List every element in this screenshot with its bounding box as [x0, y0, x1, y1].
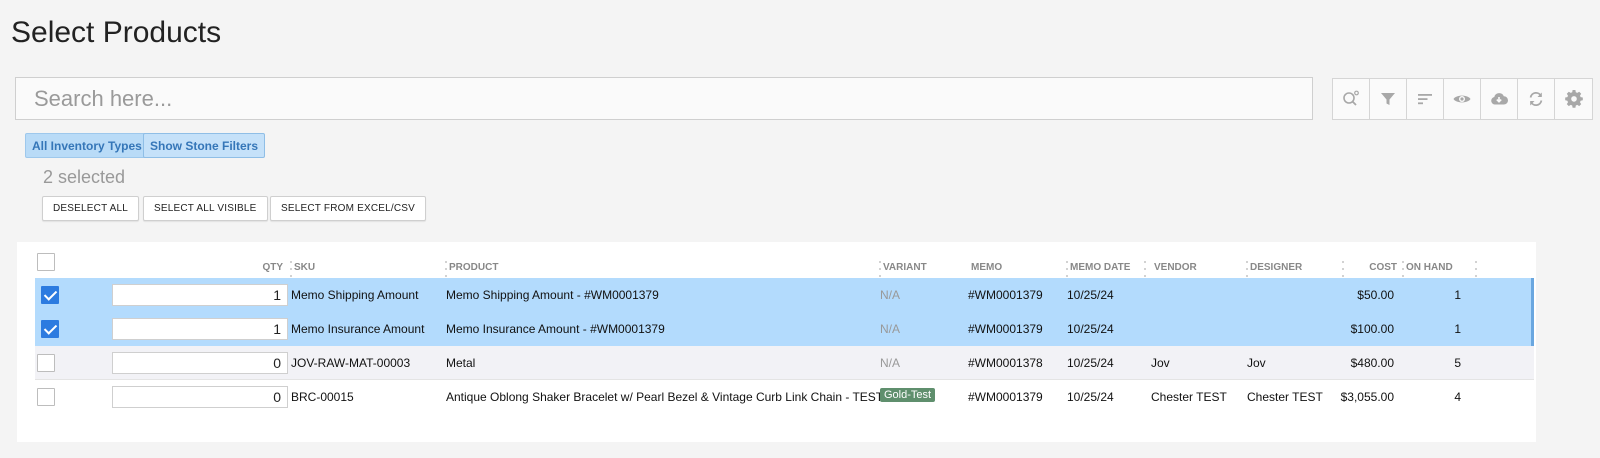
product-cell: Metal: [446, 356, 476, 370]
header-qty[interactable]: QTY: [243, 262, 283, 273]
select-all-visible-button[interactable]: SELECT ALL VISIBLE: [143, 196, 268, 221]
designer-cell: Chester TEST: [1247, 390, 1323, 404]
table-row[interactable]: JOV-RAW-MAT-00003 Metal N/A #WM0001378 1…: [35, 346, 1534, 380]
products-table: QTY SKU PRODUCT VARIANT MEMO MEMO DATE V…: [17, 242, 1536, 442]
column-visibility-button[interactable]: [1444, 79, 1481, 119]
selected-count: 2 selected: [43, 167, 126, 187]
vendor-cell: Chester TEST: [1151, 390, 1227, 404]
select-from-excel-button[interactable]: SELECT FROM EXCEL/CSV: [270, 196, 427, 221]
refresh-icon: [1529, 92, 1543, 106]
variant-cell: N/A: [880, 288, 901, 302]
filter-button[interactable]: [1370, 79, 1407, 119]
memo-cell: #WM0001379: [968, 322, 1043, 336]
sku-cell: JOV-RAW-MAT-00003: [291, 356, 411, 370]
filter-icon: [1381, 93, 1395, 105]
column-menu-handle[interactable]: [1341, 261, 1345, 277]
designer-cell: Jov: [1247, 356, 1266, 370]
cost-cell: $50.00: [1357, 288, 1394, 302]
advanced-search-button[interactable]: [1333, 79, 1370, 119]
select-all-checkbox[interactable]: [37, 253, 55, 271]
on-hand-cell: 1: [1454, 322, 1461, 336]
qty-input[interactable]: [112, 386, 288, 408]
qty-input[interactable]: [112, 352, 288, 374]
table-row[interactable]: Memo Shipping Amount Memo Shipping Amoun…: [35, 278, 1534, 312]
row-checkbox[interactable]: [37, 354, 55, 372]
column-menu-handle[interactable]: [289, 261, 293, 277]
sku-cell: BRC-00015: [291, 390, 354, 404]
header-product[interactable]: PRODUCT: [449, 262, 498, 273]
deselect-all-button[interactable]: DESELECT ALL: [42, 196, 140, 221]
header-cost[interactable]: COST: [1346, 262, 1397, 273]
search-advanced-icon: [1343, 90, 1359, 106]
variant-cell: N/A: [880, 356, 901, 370]
on-hand-cell: 4: [1454, 390, 1461, 404]
header-variant[interactable]: VARIANT: [883, 262, 927, 273]
eye-icon: [1453, 95, 1471, 103]
variant-cell: N/A: [880, 322, 901, 336]
memo-cell: #WM0001379: [968, 288, 1043, 302]
column-menu-handle[interactable]: [1143, 261, 1147, 277]
refresh-button[interactable]: [1518, 79, 1555, 119]
column-menu-handle[interactable]: [444, 261, 448, 277]
cost-cell: $100.00: [1350, 322, 1394, 336]
cost-cell: $3,055.00: [1340, 390, 1394, 404]
header-memo-date[interactable]: MEMO DATE: [1070, 262, 1130, 273]
sku-cell: Memo Insurance Amount: [291, 322, 425, 336]
search-input[interactable]: [15, 77, 1313, 120]
column-menu-handle[interactable]: [1245, 261, 1249, 277]
memo-date-cell: 10/25/24: [1067, 390, 1114, 404]
column-menu-handle[interactable]: [1474, 261, 1478, 277]
cost-cell: $480.00: [1350, 356, 1394, 370]
export-button[interactable]: [1481, 79, 1518, 119]
table-row[interactable]: Memo Insurance Amount Memo Insurance Amo…: [35, 312, 1534, 346]
row-checkbox[interactable]: [37, 388, 55, 406]
on-hand-cell: 1: [1454, 288, 1461, 302]
header-memo[interactable]: MEMO: [971, 262, 1002, 273]
cloud-download-icon: [1491, 93, 1509, 105]
table-row[interactable]: BRC-00015 Antique Oblong Shaker Bracelet…: [35, 380, 1534, 414]
product-cell: Memo Shipping Amount - #WM0001379: [446, 288, 659, 302]
column-menu-handle[interactable]: [878, 261, 882, 277]
row-checkbox[interactable]: [41, 286, 59, 304]
qty-input[interactable]: [112, 318, 288, 340]
qty-input[interactable]: [112, 284, 288, 306]
page-title: Select Products: [11, 16, 222, 49]
column-menu-handle[interactable]: [1401, 261, 1405, 277]
sort-icon: [1418, 94, 1432, 105]
settings-button[interactable]: [1555, 79, 1592, 119]
on-hand-cell: 5: [1454, 356, 1461, 370]
header-sku[interactable]: SKU: [294, 262, 315, 273]
memo-date-cell: 10/25/24: [1067, 288, 1114, 302]
show-stone-filters-toggle[interactable]: Show Stone Filters: [143, 133, 266, 158]
product-cell: Antique Oblong Shaker Bracelet w/ Pearl …: [446, 390, 884, 404]
column-menu-handle[interactable]: [1065, 261, 1069, 277]
memo-cell: #WM0001378: [968, 356, 1043, 370]
sort-button[interactable]: [1407, 79, 1444, 119]
header-vendor[interactable]: VENDOR: [1154, 262, 1197, 273]
all-inventory-types-filter[interactable]: All Inventory Types: [25, 133, 149, 158]
memo-date-cell: 10/25/24: [1067, 356, 1114, 370]
header-on-hand[interactable]: ON HAND: [1406, 262, 1453, 273]
variant-badge: Gold-Test: [880, 388, 936, 402]
grid-toolbar: [1332, 78, 1593, 120]
memo-cell: #WM0001379: [968, 390, 1043, 404]
row-checkbox[interactable]: [41, 320, 59, 338]
sku-cell: Memo Shipping Amount: [291, 288, 419, 302]
gear-icon: [1564, 90, 1583, 108]
product-cell: Memo Insurance Amount - #WM0001379: [446, 322, 665, 336]
header-designer[interactable]: DESIGNER: [1250, 262, 1302, 273]
vendor-cell: Jov: [1151, 356, 1170, 370]
memo-date-cell: 10/25/24: [1067, 322, 1114, 336]
